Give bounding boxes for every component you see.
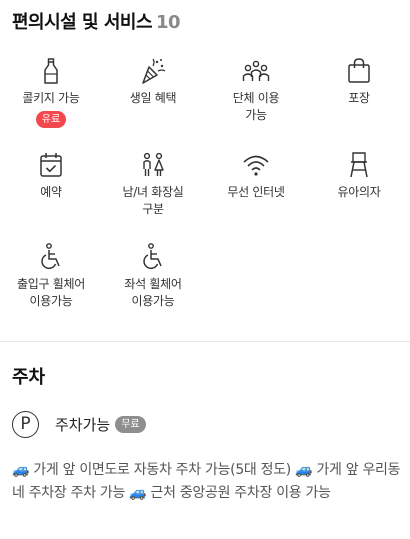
paid-badge: 유료	[35, 111, 67, 128]
wheelchair-icon	[41, 243, 60, 270]
amenity-label: 좌석 휠체어 이용가능	[124, 277, 182, 308]
parking-status-row: P 주차가능 무료	[12, 408, 146, 440]
amenity-label: 포장	[348, 91, 370, 105]
amenity-reservation: 예약	[0, 150, 102, 201]
amenities-count: 10	[156, 12, 181, 33]
amenity-entrance-wheelchair: 출입구 휠체어 이용가능	[0, 242, 102, 310]
high-chair-icon	[350, 152, 368, 178]
amenity-label: 출입구 휠체어 이용가능	[17, 277, 85, 308]
amenities-section-title: 편의시설 및 서비스 10	[12, 8, 181, 34]
parking-description: 🚙 가게 앞 이면도로 자동차 주차 가능(5대 정도) 🚙 가게 앞 우리동네…	[12, 462, 401, 501]
calendar-check-icon	[40, 153, 62, 177]
parking-icon: P	[12, 410, 39, 438]
amenity-label: 무선 인터넷	[227, 185, 285, 199]
section-divider	[0, 341, 410, 342]
amenity-takeout: 포장	[308, 56, 410, 107]
amenity-label: 예약	[40, 185, 62, 199]
restaurant-info-page: 편의시설 및 서비스 10 콜키지 가능 유료 생일 혜택 단체 이용 가능 포…	[0, 0, 410, 539]
amenity-seat-wheelchair: 좌석 휠체어 이용가능	[102, 242, 204, 310]
free-badge: 무료	[115, 415, 146, 433]
restroom-icon	[143, 152, 164, 176]
parking-available-label: 주차가능	[55, 415, 111, 434]
amenity-birthday: 생일 혜택	[102, 56, 204, 107]
amenity-label: 유아의자	[337, 185, 381, 199]
amenity-label: 남/녀 화장실 구분	[122, 185, 184, 216]
amenities-title-text: 편의시설 및 서비스	[12, 12, 153, 33]
amenity-label: 생일 혜택	[129, 91, 177, 105]
party-popper-icon	[142, 58, 166, 84]
bottle-icon	[44, 58, 58, 84]
group-icon	[242, 60, 270, 81]
amenity-high-chair: 유아의자	[308, 150, 410, 201]
amenity-label: 단체 이용 가능	[232, 91, 280, 122]
shopping-bag-icon	[348, 58, 370, 83]
wheelchair-icon	[143, 243, 162, 270]
amenity-corkage: 콜키지 가능 유료	[0, 56, 102, 128]
parking-section-title: 주차	[12, 367, 46, 388]
amenity-group: 단체 이용 가능	[205, 56, 307, 124]
amenity-wifi: 무선 인터넷	[205, 150, 307, 201]
amenity-label: 콜키지 가능	[22, 91, 80, 105]
amenity-restroom: 남/녀 화장실 구분	[102, 150, 204, 218]
wifi-icon	[243, 155, 269, 176]
